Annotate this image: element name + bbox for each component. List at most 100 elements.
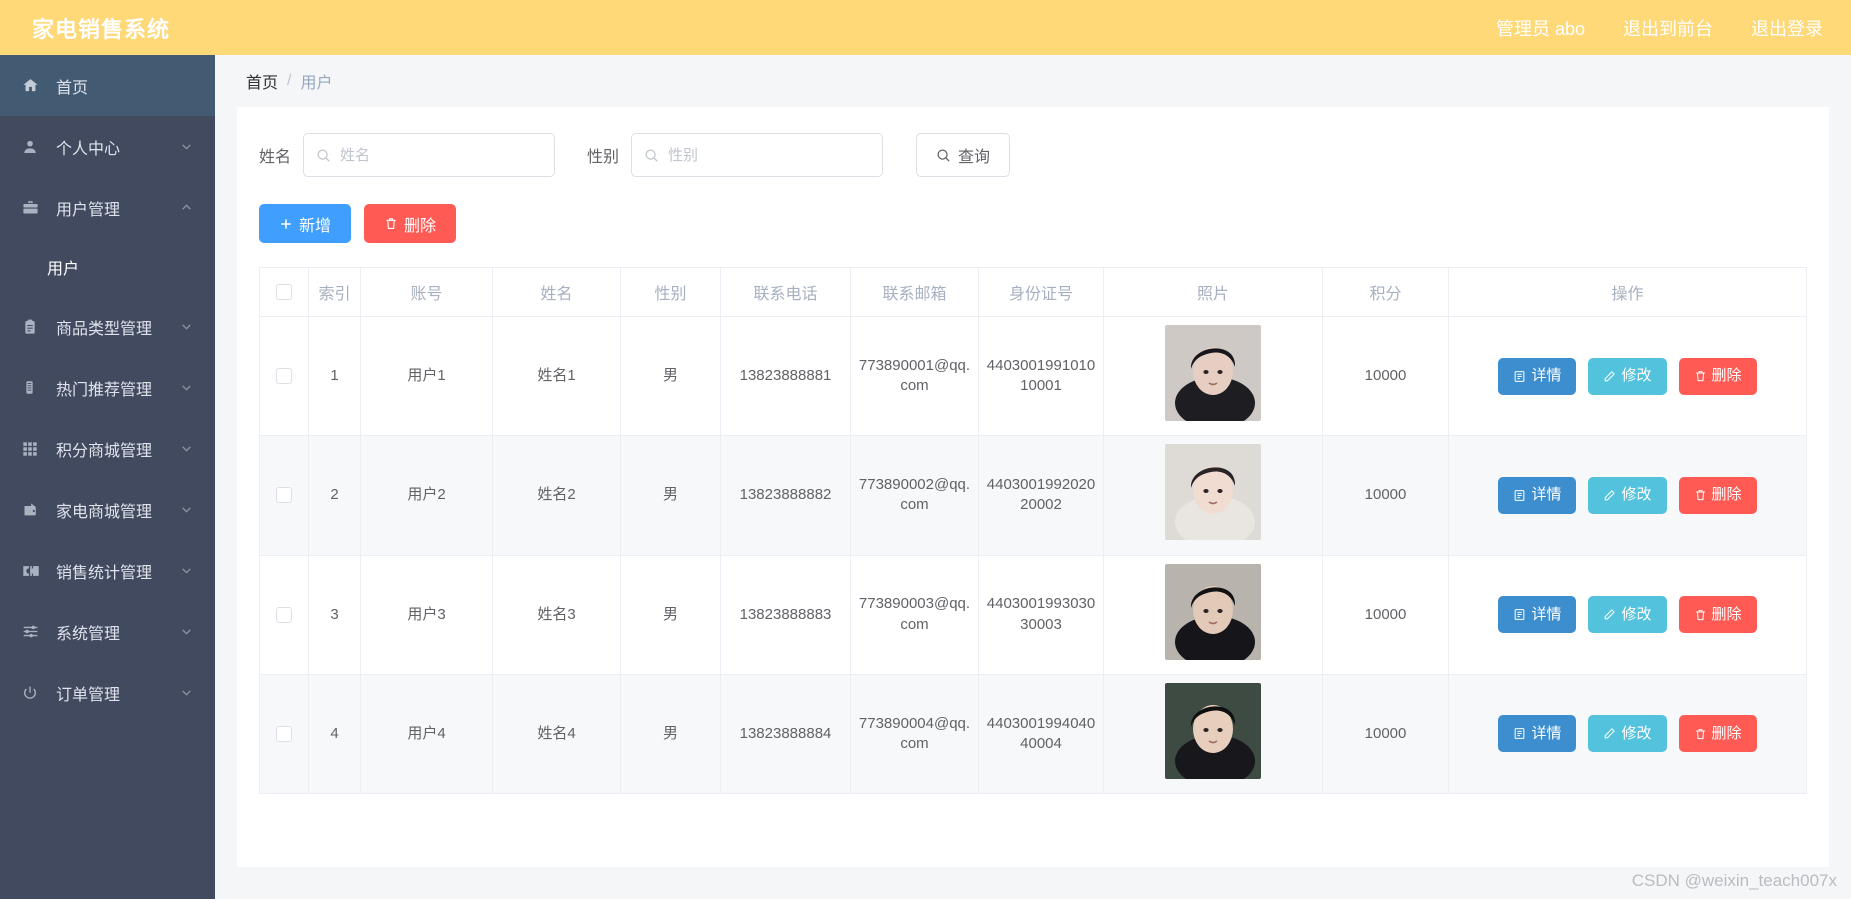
add-button[interactable]: 新增: [259, 204, 352, 243]
name-input-wrapper[interactable]: [303, 133, 556, 177]
delete-button-label: 删除: [404, 217, 437, 235]
table-head: 索引 账号 姓名 性别 联系电话 联系邮箱 身份证号 照片 积分 操作: [259, 267, 1807, 317]
chevron-down-icon[interactable]: [180, 140, 193, 153]
row-checkbox[interactable]: [276, 368, 292, 385]
cell-sex: 男: [620, 315, 721, 437]
cell-operations: 详情 修改 删除: [1448, 315, 1807, 437]
sidebar-item-user[interactable]: 用户: [0, 238, 215, 296]
sex-input[interactable]: [666, 145, 871, 165]
admin-user-label[interactable]: 管理员 abo: [1496, 15, 1585, 41]
edit-button-label: 修改: [1621, 724, 1652, 742]
row-delete-button[interactable]: 删除: [1678, 596, 1757, 634]
cell-idcard: 440300199303030003: [978, 554, 1104, 675]
sidebar-label-system-management: 系统管理: [56, 625, 121, 643]
cell-index: 2: [308, 435, 361, 556]
sidebar-item-appliance-mall-management[interactable]: 家电商城管理: [0, 479, 215, 540]
chevron-down-icon[interactable]: [180, 503, 193, 516]
sidebar-item-order-management[interactable]: 订单管理: [0, 662, 215, 723]
sidebar-label-personal-center: 个人中心: [56, 140, 121, 158]
cell-operations: 详情 修改 删除: [1448, 435, 1807, 556]
query-button[interactable]: 查询: [916, 133, 1011, 177]
user-table-wrapper: 索引 账号 姓名 性别 联系电话 联系邮箱 身份证号 照片 积分 操作 1 用户1…: [259, 267, 1807, 795]
sidebar-item-personal-center[interactable]: 个人中心: [0, 116, 215, 177]
sidebar-item-hot-recommend-management[interactable]: 热门推荐管理: [0, 357, 215, 418]
edit-button[interactable]: 修改: [1588, 596, 1667, 634]
row-checkbox[interactable]: [276, 606, 292, 623]
th-name: 姓名: [492, 267, 621, 317]
row-delete-button[interactable]: 删除: [1678, 476, 1757, 514]
cell-points: 10000: [1322, 315, 1449, 437]
th-photo: 照片: [1103, 267, 1323, 317]
chevron-down-icon[interactable]: [180, 686, 193, 699]
cell-index: 4: [308, 673, 361, 795]
user-avatar[interactable]: [1165, 682, 1261, 779]
cell-idcard: 440300199101010001: [978, 315, 1104, 437]
edit-button[interactable]: 修改: [1588, 357, 1667, 395]
cell-email: 773890003@qq.com: [850, 554, 979, 675]
row-delete-button[interactable]: 删除: [1678, 357, 1757, 395]
wallet-icon: [22, 501, 48, 519]
table-body: 1 用户1 姓名1 男 13823888881 773890001@qq.com 44030…: [259, 315, 1807, 795]
chevron-down-icon[interactable]: [180, 320, 193, 333]
edit-button-label: 修改: [1621, 486, 1652, 504]
table-toolbar: 新增 删除: [259, 204, 1807, 243]
main-content: 首页 / 用户 姓名 性别: [215, 55, 1851, 899]
sidebar-item-system-management[interactable]: 系统管理: [0, 601, 215, 662]
sidebar-item-user-management[interactable]: 用户管理: [0, 177, 215, 238]
cell-email: 773890002@qq.com: [850, 435, 979, 556]
cell-phone: 13823888881: [720, 315, 851, 437]
th-account: 账号: [360, 267, 493, 317]
chevron-down-icon[interactable]: [180, 381, 193, 394]
table-row: 1 用户1 姓名1 男 13823888881 773890001@qq.com 44030…: [259, 315, 1807, 437]
user-avatar[interactable]: [1165, 563, 1261, 660]
cell-photo: [1103, 554, 1323, 675]
sidebar-label-points-mall-management: 积分商城管理: [56, 442, 153, 460]
chevron-down-icon[interactable]: [180, 442, 193, 455]
detail-button[interactable]: 详情: [1498, 596, 1577, 634]
exit-to-front-link[interactable]: 退出到前台: [1623, 15, 1713, 41]
edit-button[interactable]: 修改: [1588, 715, 1667, 753]
table-row: 4 用户4 姓名4 男 13823888884 773890004@qq.com 44030…: [259, 673, 1807, 795]
chevron-up-icon[interactable]: [180, 201, 193, 214]
sex-input-wrapper[interactable]: [631, 133, 884, 177]
chevron-down-icon[interactable]: [180, 564, 193, 577]
sidebar-label-sales-statistics-management: 销售统计管理: [56, 564, 153, 582]
cell-idcard: 440300199202020002: [978, 435, 1104, 556]
sidebar-item-points-mall-management[interactable]: 积分商城管理: [0, 418, 215, 479]
sidebar-label-order-management: 订单管理: [56, 686, 121, 704]
name-input[interactable]: [338, 145, 543, 165]
chevron-down-icon[interactable]: [180, 625, 193, 638]
user-avatar[interactable]: [1165, 325, 1261, 421]
cell-select: [259, 315, 309, 437]
user-avatar[interactable]: [1165, 444, 1261, 541]
search-icon: [316, 148, 331, 163]
delete-button[interactable]: 删除: [364, 204, 457, 243]
sidebar-label-home: 首页: [56, 79, 89, 97]
sidebar: 首页 个人中心 用户管理 用户 商品类型管理 热门推荐管理 积分商城管理 家电商…: [0, 55, 215, 899]
sidebar-item-sales-statistics-management[interactable]: 销售统计管理: [0, 540, 215, 601]
row-checkbox[interactable]: [276, 487, 292, 504]
row-delete-button[interactable]: 删除: [1678, 715, 1757, 753]
breadcrumb: 首页 / 用户: [215, 55, 1851, 107]
search-icon: [936, 148, 951, 163]
detail-button-label: 详情: [1531, 724, 1562, 742]
server-icon: [22, 379, 48, 397]
sidebar-label-hot-recommend-management: 热门推荐管理: [56, 381, 153, 399]
cell-points: 10000: [1322, 673, 1449, 795]
sidebar-item-home[interactable]: 首页: [0, 55, 215, 116]
trash-icon: [384, 216, 398, 231]
detail-button[interactable]: 详情: [1498, 476, 1577, 514]
breadcrumb-home[interactable]: 首页: [246, 69, 278, 93]
row-checkbox[interactable]: [276, 725, 292, 742]
select-all-checkbox[interactable]: [276, 283, 292, 300]
cell-phone: 13823888883: [720, 554, 851, 675]
detail-button[interactable]: 详情: [1498, 715, 1577, 753]
detail-button[interactable]: 详情: [1498, 357, 1577, 395]
sidebar-item-product-type-management[interactable]: 商品类型管理: [0, 296, 215, 357]
sidebar-label-user: 用户: [47, 261, 80, 278]
row-delete-button-label: 删除: [1711, 486, 1742, 504]
logout-link[interactable]: 退出登录: [1751, 15, 1823, 41]
cell-sex: 男: [620, 435, 721, 556]
cell-idcard: 440300199404040004: [978, 673, 1104, 795]
edit-button[interactable]: 修改: [1588, 476, 1667, 514]
